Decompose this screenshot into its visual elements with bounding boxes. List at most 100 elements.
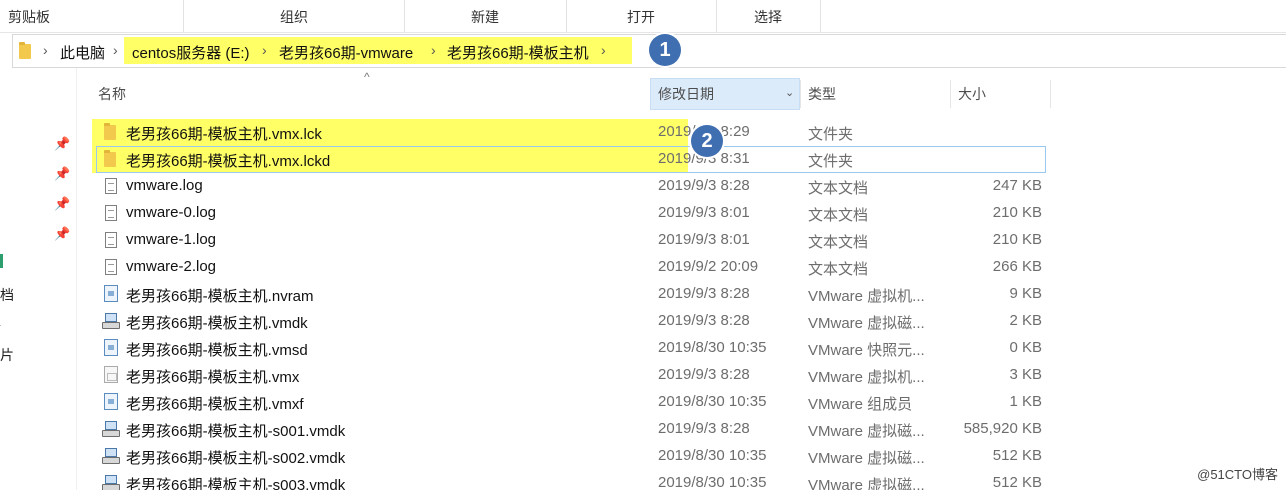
- breadcrumb-template-folder[interactable]: 老男孩66期-模板主机: [447, 42, 589, 63]
- chevron-right-icon[interactable]: ›: [43, 42, 48, 58]
- nav-item-pictures[interactable]: 图片: [0, 345, 14, 365]
- file-type: 文本文档: [808, 261, 869, 278]
- file-size: 3 KB: [1009, 366, 1042, 383]
- file-name: 老男孩66期-模板主机-s001.vmdk: [126, 423, 346, 440]
- ribbon-group-label: 选择: [754, 9, 782, 25]
- folder-icon: [104, 150, 116, 167]
- sort-ascending-icon: ^: [364, 70, 370, 84]
- file-size: 9 KB: [1009, 285, 1042, 302]
- file-name: 老男孩66期-模板主机.nvram: [126, 288, 314, 305]
- file-size: 512 KB: [992, 447, 1042, 464]
- file-name: vmware-0.log: [126, 204, 217, 221]
- file-row[interactable]: vmware-2.log 2019/9/2 20:09 文本文档 266 KB: [96, 254, 1046, 281]
- file-type: VMware 虚拟磁...: [808, 315, 925, 332]
- file-size: 585,920 KB: [963, 420, 1042, 437]
- file-name: vmware-2.log: [126, 258, 217, 275]
- file-row[interactable]: vmware-1.log 2019/9/3 8:01 文本文档 210 KB: [96, 227, 1046, 254]
- pin-icon[interactable]: 📌: [54, 136, 70, 152]
- file-type: 文件夹: [808, 153, 854, 170]
- nav-item-documents[interactable]: 文档: [0, 285, 14, 305]
- file-date: 2019/9/3 8:28: [658, 177, 750, 194]
- file-date: 2019/9/3 8:01: [658, 231, 750, 248]
- file-name: vmware.log: [126, 177, 203, 194]
- chevron-right-icon[interactable]: ›: [601, 42, 606, 58]
- file-size: 210 KB: [992, 231, 1042, 248]
- virtual-disk-icon: [102, 448, 120, 464]
- ribbon-group-new[interactable]: 新建: [404, 0, 567, 32]
- file-name: 老男孩66期-模板主机-s002.vmdk: [126, 450, 346, 467]
- column-header-size[interactable]: 大小: [958, 78, 986, 110]
- file-row[interactable]: vmware.log 2019/9/3 8:28 文本文档 247 KB: [96, 173, 1046, 200]
- file-name: 老男孩66期-模板主机.vmx.lck: [126, 126, 322, 143]
- file-name: 老男孩66期-模板主机.vmsd: [126, 342, 308, 359]
- ribbon-group-clipboard[interactable]: 剪贴板: [0, 0, 184, 32]
- file-row-hover[interactable]: 老男孩66期-模板主机.vmx.lckd 2019/9/3 8:31 文件夹: [96, 146, 1046, 173]
- file-date: 2019/9/3 8:28: [658, 366, 750, 383]
- text-file-icon: [105, 205, 117, 221]
- column-header-type[interactable]: 类型: [808, 78, 836, 110]
- file-size: 266 KB: [992, 258, 1042, 275]
- breadcrumb-drive[interactable]: centos服务器 (E:): [132, 42, 250, 63]
- file-row[interactable]: 老男孩66期-模板主机.vmsd 2019/8/30 10:35 VMware …: [96, 335, 1046, 362]
- file-type: 文本文档: [808, 207, 869, 224]
- file-row[interactable]: vmware-0.log 2019/9/3 8:01 文本文档 210 KB: [96, 200, 1046, 227]
- file-date: 2019/8/30 10:35: [658, 447, 767, 464]
- file-row[interactable]: 老男孩66期-模板主机-s001.vmdk 2019/9/3 8:28 VMwa…: [96, 416, 1046, 443]
- file-date: 2019/9/3 8:01: [658, 204, 750, 221]
- file-name: 老男孩66期-模板主机.vmx.lckd: [126, 153, 331, 170]
- pin-icon[interactable]: 📌: [54, 226, 70, 242]
- breadcrumb-vmware-folder[interactable]: 老男孩66期-vmware: [279, 42, 413, 63]
- column-divider[interactable]: [950, 80, 951, 108]
- file-name: 老男孩66期-模板主机.vmdk: [126, 315, 308, 332]
- file-type: VMware 虚拟机...: [808, 288, 925, 305]
- column-header-name[interactable]: 名称: [98, 78, 126, 110]
- ribbon-group-select[interactable]: 选择: [716, 0, 821, 32]
- text-file-icon: [105, 178, 117, 194]
- navigation-pane: [0, 68, 77, 490]
- file-type: VMware 虚拟磁...: [808, 477, 925, 490]
- file-name: 老男孩66期-模板主机.vmx: [126, 369, 300, 386]
- file-date: 2019/9/3 8:28: [658, 420, 750, 437]
- file-size: 512 KB: [992, 474, 1042, 490]
- file-type: VMware 虚拟磁...: [808, 423, 925, 440]
- column-divider[interactable]: [800, 80, 801, 108]
- chevron-right-icon[interactable]: ›: [431, 42, 436, 58]
- chevron-right-icon[interactable]: ›: [113, 42, 118, 58]
- watermark: @51CTO博客: [1197, 467, 1278, 482]
- file-type: VMware 虚拟机...: [808, 369, 925, 386]
- folder-icon: [19, 42, 31, 59]
- vmware-file-icon: [104, 339, 118, 356]
- virtual-disk-icon: [102, 313, 120, 329]
- file-row[interactable]: 老男孩66期-模板主机.vmx 2019/9/3 8:28 VMware 虚拟机…: [96, 362, 1046, 389]
- folder-icon: [104, 123, 116, 140]
- file-date: 2019/9/3 8:28: [658, 312, 750, 329]
- file-date: 2019/8/30 10:35: [658, 393, 767, 410]
- file-type: 文本文档: [808, 180, 869, 197]
- file-type: 文本文档: [808, 234, 869, 251]
- file-name: vmware-1.log: [126, 231, 217, 248]
- ribbon-group-label: 打开: [627, 9, 655, 25]
- file-type: 文件夹: [808, 126, 854, 143]
- ribbon-group-open[interactable]: 打开: [566, 0, 717, 32]
- ribbon-group-organize[interactable]: 组织: [184, 0, 405, 32]
- file-size: 1 KB: [1009, 393, 1042, 410]
- file-row[interactable]: 老男孩66期-模板主机.vmdk 2019/9/3 8:28 VMware 虚拟…: [96, 308, 1046, 335]
- file-row[interactable]: 老男孩66期-模板主机.vmx.lck 2019/9/3 8:29 文件夹: [96, 119, 1046, 146]
- ribbon-group-label: 新建: [471, 9, 499, 25]
- file-row[interactable]: 老男孩66期-模板主机.nvram 2019/9/3 8:28 VMware 虚…: [96, 281, 1046, 308]
- column-divider[interactable]: [1050, 80, 1051, 108]
- vmware-file-icon: [104, 285, 118, 302]
- chevron-down-icon[interactable]: ⌄: [785, 86, 794, 99]
- breadcrumb-this-pc[interactable]: 此电脑: [60, 42, 105, 63]
- file-size: 2 KB: [1009, 312, 1042, 329]
- file-row[interactable]: 老男孩66期-模板主机-s003.vmdk 2019/8/30 10:35 VM…: [96, 470, 1046, 490]
- file-row[interactable]: 老男孩66期-模板主机.vmxf 2019/8/30 10:35 VMware …: [96, 389, 1046, 416]
- chevron-right-icon[interactable]: ›: [262, 42, 267, 58]
- pin-icon[interactable]: 📌: [54, 166, 70, 182]
- column-header-date[interactable]: 修改日期: [658, 78, 714, 110]
- nav-item-partial[interactable]: 牛: [0, 315, 1, 335]
- file-row[interactable]: 老男孩66期-模板主机-s002.vmdk 2019/8/30 10:35 VM…: [96, 443, 1046, 470]
- file-name: 老男孩66期-模板主机-s003.vmdk: [126, 477, 346, 490]
- file-name: 老男孩66期-模板主机.vmxf: [126, 396, 304, 413]
- pin-icon[interactable]: 📌: [54, 196, 70, 212]
